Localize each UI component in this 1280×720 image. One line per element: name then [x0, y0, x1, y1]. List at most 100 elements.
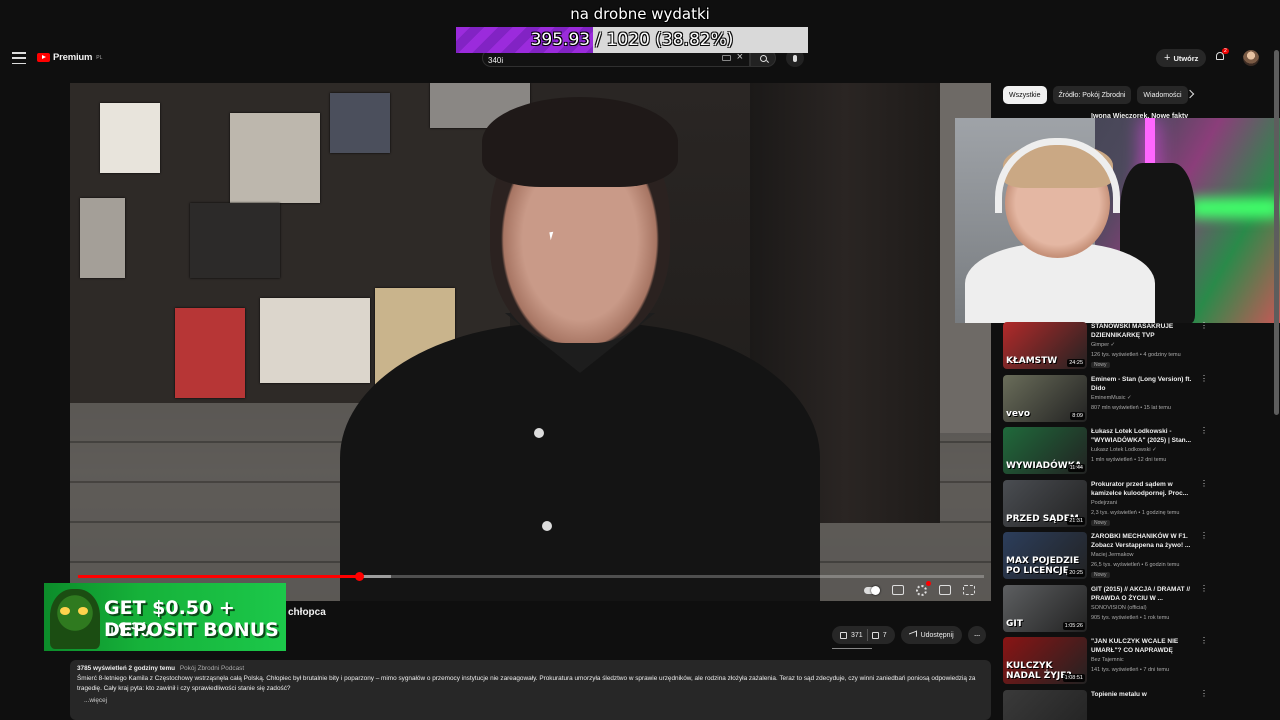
recommendation-item[interactable]: WYWIADÓWKA 11:44 Łukasz Lotek Lodkowski - … [1003, 427, 1208, 480]
thumbnail-text: vevo [1006, 408, 1031, 419]
description-box[interactable]: 3785 wyświetleń 2 godziny temu Pokój Zbr… [70, 660, 991, 720]
hd-badge [926, 580, 931, 586]
view-stats: 26,5 tys. wyświetleń • 6 godzin temu [1091, 562, 1180, 568]
filter-chips: Wszystkie Źródło: Pokój Zbrodni Wiadomoś… [1003, 86, 1188, 104]
recommendation-item[interactable]: GIT 1:05:26 GIT (2015) // AKCJA / DRAMAT /… [1003, 584, 1208, 638]
webcam-green-light [1190, 198, 1280, 218]
more-actions-button[interactable]: ··· [967, 626, 986, 644]
donation-goal-text: 395.93 / 1020 (38.82%) [456, 27, 808, 53]
action-underline [832, 648, 872, 649]
donation-goal-title: na drobne wydatki [570, 5, 710, 23]
channel-name[interactable]: Gimper ✓ [1091, 342, 1115, 348]
thumbnail-text: GIT [1006, 618, 1023, 629]
channel-name[interactable]: EminemMusic ✓ [1091, 395, 1132, 401]
more-vert-icon[interactable]: ⋮ [1200, 584, 1208, 592]
channel-name[interactable]: Podejrzani [1091, 500, 1117, 506]
theater-mode-icon[interactable] [939, 585, 951, 595]
recommendation-title[interactable]: "JAN KULCZYK WCALE NIE UMARŁ"? CO NAPRAW… [1091, 637, 1196, 655]
subtitles-icon[interactable] [892, 585, 904, 595]
channel-name[interactable]: Bez Tajemnic [1091, 657, 1124, 663]
recommendation-item[interactable]: KULCZYK NADAL ŻYJE? 1:08:51 "JAN KULCZYK W… [1003, 637, 1208, 690]
new-badge: Nowy [1091, 362, 1110, 368]
more-vert-icon[interactable]: ⋮ [1200, 637, 1208, 645]
ad-banner-overlay[interactable]: GET $0.50 + 10% DEPOSIT BONUS [44, 583, 286, 651]
recommendation-title[interactable]: GIT (2015) // AKCJA / DRAMAT // PRAWDA O… [1091, 585, 1196, 603]
account-avatar[interactable] [1243, 50, 1259, 66]
search-input[interactable] [483, 52, 703, 69]
recommendation-title[interactable]: Eminem - Stan (Long Version) ft. Dido [1091, 375, 1196, 393]
recommendation-thumbnail[interactable]: WYWIADÓWKA 11:44 [1003, 427, 1087, 474]
view-stats: 905 tys. wyświetleń • 1 rok temu [1091, 614, 1170, 621]
podcast-tag[interactable]: Pokój Zbrodni Podcast [180, 665, 244, 672]
fullscreen-icon[interactable] [963, 585, 975, 595]
thumbs-down-icon[interactable] [871, 631, 879, 639]
recommendation-thumbnail[interactable]: vevo 8:09 [1003, 374, 1087, 422]
share-button[interactable]: Udostępnij [900, 626, 962, 644]
youtube-premium-logo[interactable]: Premium PL [37, 52, 102, 63]
show-more-link[interactable]: ...więcej [84, 696, 107, 706]
keyboard-icon[interactable] [722, 55, 731, 61]
chip-source[interactable]: Źródło: Pokój Zbrodni [1052, 86, 1132, 104]
player-right-controls [864, 580, 975, 598]
recommendation-thumbnail[interactable] [1003, 689, 1087, 720]
like-dislike-group: 371 7 [832, 626, 895, 644]
more-vert-icon[interactable]: ⋮ [1200, 427, 1208, 435]
duration-badge: 1:08:51 [1062, 674, 1085, 682]
description-meta: 3785 wyświetleń 2 godziny temu Pokój Zbr… [77, 664, 984, 674]
recommendation-title[interactable]: STANOWSKI MASAKRUJE DZIENNIKARKĘ TVP [1091, 322, 1196, 340]
recommendation-thumbnail[interactable]: KULCZYK NADAL ŻYJE? 1:08:51 [1003, 637, 1087, 684]
create-button[interactable]: + Utwórz [1156, 49, 1207, 67]
chip-all[interactable]: Wszystkie [1003, 86, 1047, 104]
recommendation-thumbnail[interactable]: KŁAMSTW 24:25 [1003, 322, 1087, 369]
video-player[interactable] [70, 83, 991, 601]
page-scrollbar[interactable] [1274, 50, 1279, 415]
chip-news[interactable]: Wiadomości [1137, 86, 1188, 104]
recommendation-item[interactable]: KŁAMSTW 24:25 STANOWSKI MASAKRUJE DZIENNIK… [1003, 322, 1208, 375]
plus-icon: + [1164, 52, 1171, 64]
recommendation-thumbnail[interactable]: PRZED SĄDEM 21:31 [1003, 479, 1087, 527]
hamburger-menu-icon[interactable] [12, 52, 26, 64]
view-stats: 2,3 tys. wyświetleń • 1 godzinę temu [1091, 509, 1180, 516]
recommendation-title[interactable]: Łukasz Lotek Lodkowski - "WYWIADÓWKA" (2… [1091, 427, 1196, 445]
more-vert-icon[interactable]: ⋮ [1200, 532, 1208, 540]
recommendation-item[interactable]: PRZED SĄDEM 21:31 Prokurator przed sądem w… [1003, 479, 1208, 533]
recommendation-title[interactable]: Prokurator przed sądem w kamizelce kuloo… [1091, 480, 1196, 498]
shirt-button [542, 521, 552, 531]
duration-badge: 20:25 [1067, 569, 1085, 577]
presenter-hair [482, 97, 678, 187]
microphone-icon [793, 54, 797, 62]
played-progress [78, 575, 359, 578]
recommendation-thumbnail[interactable]: MAX POJEDZIE PO LICENCJĘ 20:25 [1003, 532, 1087, 579]
more-vert-icon[interactable]: ⋮ [1200, 689, 1208, 697]
more-vert-icon[interactable]: ⋮ [1200, 374, 1208, 382]
channel-name[interactable]: Maciej Jermakow [1091, 552, 1133, 558]
share-label: Udostępnij [920, 631, 954, 639]
scrubber-handle[interactable] [354, 572, 364, 581]
upload-age: 2 godziny temu [128, 665, 176, 672]
divider [866, 629, 868, 641]
dislike-count[interactable]: 7 [883, 632, 887, 639]
recommendation-item[interactable]: MAX POJEDZIE PO LICENCJĘ 20:25 ZAROBKI MEC… [1003, 532, 1208, 585]
thumbs-up-icon[interactable] [840, 631, 847, 639]
recommendation-title[interactable]: ZAROBKI MECHANIKÓW W F1. Zobacz Verstapp… [1091, 532, 1196, 550]
video-actions: 371 7 Udostępnij ··· [832, 626, 986, 644]
video-title: chłopca [288, 607, 326, 618]
like-count[interactable]: 371 [851, 632, 863, 639]
share-icon [908, 630, 917, 640]
channel-name[interactable]: SONOVISION (official) [1091, 605, 1147, 611]
recommendation-title[interactable]: Topienie metalu w [1091, 690, 1196, 699]
recommendation-item[interactable]: vevo 8:09 Eminem - Stan (Long Version) ft.… [1003, 374, 1208, 428]
notifications-button[interactable]: 2 [1216, 48, 1229, 62]
channel-name[interactable]: Łukasz Lotek Lodkowski ✓ [1091, 447, 1157, 453]
duration-badge: 21:31 [1067, 516, 1085, 525]
video-progress-bar[interactable] [78, 572, 984, 581]
settings-gear-icon[interactable] [916, 580, 931, 596]
more-vert-icon[interactable]: ⋮ [1200, 479, 1208, 487]
thumbnail-text: KŁAMSTW [1006, 356, 1058, 366]
autoplay-toggle[interactable] [864, 585, 880, 595]
recommendation-item[interactable]: Topienie metalu w ⋮ [1003, 689, 1208, 720]
youtube-play-icon [37, 53, 50, 62]
goal-rest: / 1020 (38.82%) [590, 30, 734, 50]
more-vert-icon[interactable]: ⋮ [1200, 322, 1208, 330]
recommendation-thumbnail[interactable]: GIT 1:05:26 [1003, 584, 1087, 632]
